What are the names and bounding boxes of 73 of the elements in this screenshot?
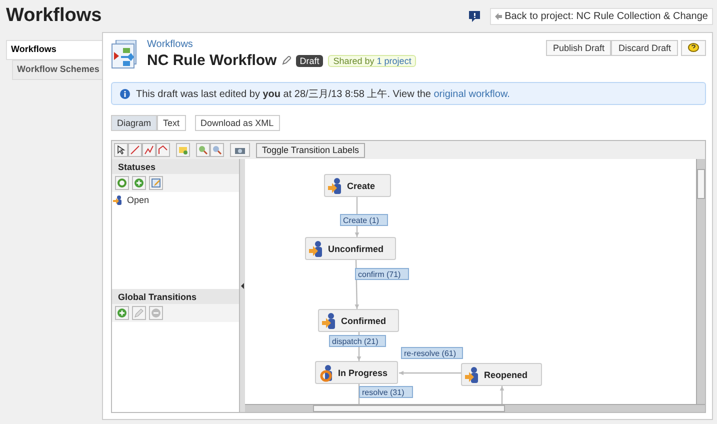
help-button[interactable] [681, 40, 706, 56]
status-node[interactable]: In Progress [315, 361, 398, 384]
status-badge: Draft [296, 54, 324, 66]
zoom-in-icon [198, 145, 208, 155]
info-message: This draft was last edited by you at 28/三月/13 8:58 上午. View the original workflow. [136, 88, 510, 100]
zoom-out-icon [212, 145, 222, 155]
draft-action-button[interactable]: Discard Draft [611, 40, 678, 56]
transition-label[interactable]: resolve (31) [359, 386, 413, 398]
add-icon [134, 178, 144, 188]
transition-label[interactable]: confirm (71) [355, 268, 409, 280]
polyline-tool-button[interactable] [142, 143, 156, 157]
transition-label[interactable]: re-resolve (61) [401, 347, 463, 359]
person-arrow-icon [113, 195, 123, 205]
vertical-scrollbar[interactable] [696, 159, 705, 404]
camera-icon [235, 145, 245, 155]
person-arrow-icon [322, 312, 338, 330]
workflow-title: NC Rule Workflow [147, 52, 277, 69]
shared-projects-link[interactable]: 1 project [376, 56, 412, 66]
pointer-icon [116, 145, 126, 155]
download-xml-button[interactable]: Download as XML [194, 115, 280, 131]
nav-tab[interactable]: Workflows [6, 40, 102, 60]
pointer-tool-button[interactable] [114, 143, 128, 157]
status-node[interactable]: Unconfirmed [305, 237, 396, 260]
remove-transition-button[interactable] [149, 306, 163, 320]
info-icon [120, 88, 130, 98]
transition-arrow [500, 386, 504, 404]
view-tab[interactable]: Text [157, 115, 186, 131]
add-status-button[interactable] [132, 176, 146, 190]
back-arrow-icon [494, 12, 502, 20]
line-icon [130, 145, 140, 155]
page-title: Workflows [6, 5, 103, 27]
line-tool-button[interactable] [128, 143, 142, 157]
camera-button[interactable] [230, 143, 250, 157]
add-status-tool-button[interactable] [176, 143, 190, 157]
workflow-icon [111, 40, 139, 69]
polyline-icon [144, 145, 154, 155]
feedback-icon[interactable] [468, 10, 480, 22]
status-node[interactable]: Create [324, 174, 391, 197]
person-arrow-icon [328, 176, 344, 194]
statuses-heading: Statuses [112, 159, 239, 174]
pencil-icon [134, 308, 144, 318]
toggle-labels-button[interactable]: Toggle Transition Labels [256, 142, 366, 158]
nav-tab[interactable]: Workflow Schemes [12, 60, 102, 80]
curve-tool-button[interactable] [156, 143, 170, 157]
refresh-status-button[interactable] [115, 176, 129, 190]
person-arrow-icon [465, 366, 481, 384]
note-icon [178, 145, 188, 155]
global-transitions-heading: Global Transitions [112, 289, 239, 304]
transition-label[interactable]: dispatch (21) [329, 335, 386, 347]
zoom-in-button[interactable] [196, 143, 210, 157]
original-workflow-link[interactable]: original workflow. [434, 88, 510, 100]
zoom-out-button[interactable] [210, 143, 224, 157]
horizontal-scrollbar[interactable] [245, 404, 705, 412]
edit-status-button[interactable] [149, 176, 163, 190]
person-arrow-icon [309, 240, 325, 258]
add-transition-button[interactable] [115, 306, 129, 320]
status-item[interactable]: Open [127, 195, 150, 205]
draft-action-button[interactable]: Publish Draft [546, 40, 612, 56]
transition-arrow [399, 370, 461, 376]
pencil-icon[interactable] [282, 56, 291, 65]
curve-icon [158, 145, 168, 155]
status-node[interactable]: Reopened [461, 363, 542, 386]
back-link[interactable]: Back to project: NC Rule Collection & Change [490, 8, 713, 24]
status-node[interactable]: Confirmed [318, 309, 399, 332]
transition-label[interactable]: Create (1) [340, 214, 388, 226]
shared-label: Shared by [333, 56, 374, 66]
edit-icon [151, 178, 161, 188]
view-tab[interactable]: Diagram [111, 115, 158, 131]
add-icon [117, 308, 127, 318]
remove-icon [151, 308, 161, 318]
breadcrumb-link[interactable]: Workflows [147, 39, 538, 50]
help-icon [688, 43, 699, 52]
edit-transition-button[interactable] [132, 306, 146, 320]
